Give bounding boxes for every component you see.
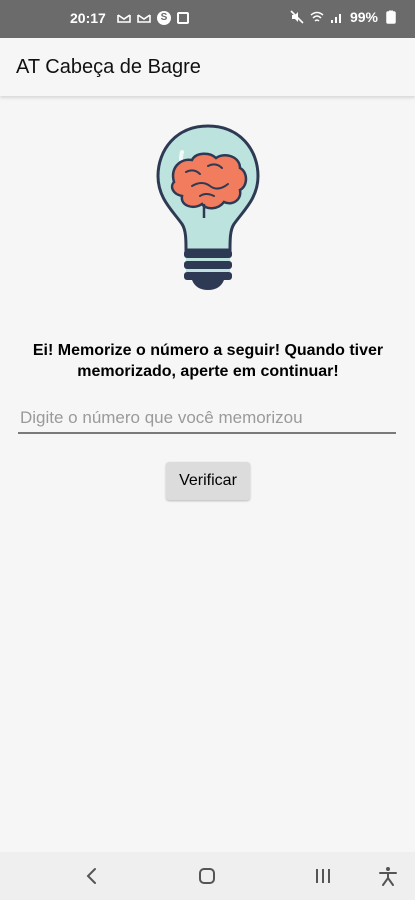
app-title: AT Cabeça de Bagre [16, 56, 201, 78]
s-app-icon: S [157, 11, 171, 25]
wifi-icon [310, 11, 324, 22]
signal-icon [330, 14, 341, 23]
battery-level: 99% [349, 9, 378, 25]
mail-icon [137, 14, 151, 23]
gallery-icon [177, 12, 189, 24]
notification-icons: S [117, 11, 189, 25]
recents-icon[interactable] [311, 866, 335, 886]
mute-icon [290, 10, 304, 24]
mail-icon [117, 14, 131, 23]
lightbulb-brain-icon [156, 124, 260, 290]
navigation-bar [0, 852, 415, 900]
instructions-text: Ei! Memorize o número a seguir! Quando t… [32, 342, 384, 380]
number-input[interactable] [18, 404, 396, 434]
verify-button[interactable]: Verificar [166, 462, 250, 500]
accessibility-icon[interactable] [376, 866, 400, 886]
system-icons: 99% [290, 9, 398, 25]
status-time: 20:17 [70, 10, 106, 26]
battery-icon [386, 10, 396, 24]
home-icon[interactable] [195, 866, 219, 886]
status-bar: 20:17 S 99% [0, 0, 415, 38]
back-icon[interactable] [80, 866, 104, 886]
app-bar: AT Cabeça de Bagre [0, 38, 415, 96]
